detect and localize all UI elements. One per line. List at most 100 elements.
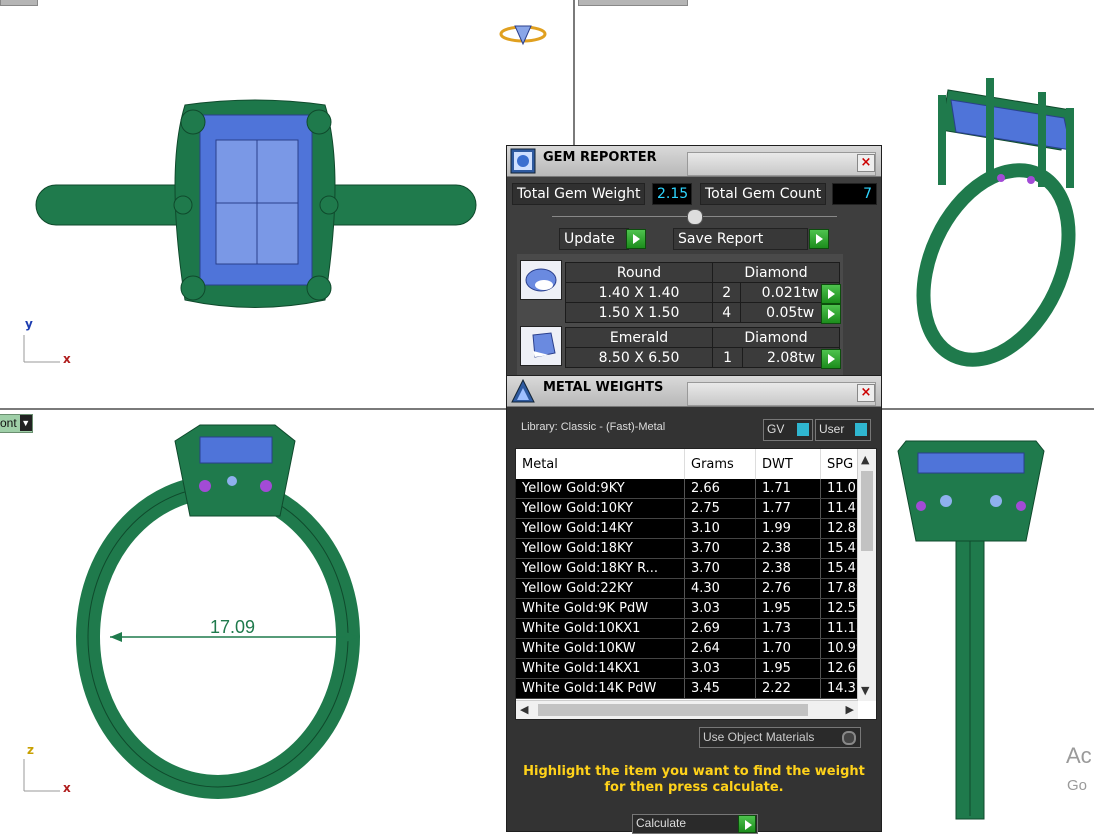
dwt-cell: 1.71 <box>755 479 821 499</box>
table-row[interactable]: White Gold:10KW 2.64 1.70 10.99 <box>516 638 874 659</box>
scroll-down-icon[interactable]: ▼ <box>861 684 869 697</box>
round-gem-thumbnail[interactable] <box>520 260 562 300</box>
ring-icon[interactable] <box>498 20 548 48</box>
round-gem-icon <box>525 268 557 292</box>
scroll-up-icon[interactable]: ▲ <box>861 453 869 466</box>
metal-name-cell: White Gold:14KX1 <box>516 658 685 679</box>
axis-y-label: y <box>25 317 33 331</box>
col-header-grams[interactable]: Grams <box>684 449 756 479</box>
col-header-dwt[interactable]: DWT <box>755 449 821 479</box>
update-go-icon[interactable] <box>626 229 646 249</box>
viewport-top-left[interactable]: y x <box>0 0 573 408</box>
gem-material: Diamond <box>712 327 840 348</box>
save-report-button[interactable]: Save Report <box>673 228 808 250</box>
gem-size: 8.50 X 6.50 <box>565 347 713 368</box>
grams-cell: 3.70 <box>684 538 756 559</box>
watermark-line1: Ac <box>1066 743 1092 768</box>
gem-shape: Round <box>565 262 713 283</box>
grams-cell: 4.30 <box>684 578 756 599</box>
gem-report-icon <box>510 148 536 174</box>
viewport-bottom-left[interactable]: ont ▼ 17.09 z x <box>0 411 573 830</box>
round-gem-table: Round Diamond 1.40 X 1.40 2 0.021tw 1.50… <box>565 262 840 323</box>
table-row[interactable]: White Gold:14K PdW 3.45 2.22 14.37 <box>516 678 874 699</box>
scroll-left-icon[interactable]: ◀ <box>520 703 528 716</box>
table-row[interactable]: Yellow Gold:10KY 2.75 1.77 11.45 <box>516 498 874 519</box>
scroll-right-icon[interactable]: ▶ <box>846 703 854 716</box>
gem-reporter-titlebar[interactable]: GEM REPORTER × <box>507 146 881 177</box>
table-row[interactable]: Yellow Gold:9KY 2.66 1.71 11.08 <box>516 479 874 499</box>
emerald-gem-thumbnail[interactable] <box>520 326 562 366</box>
table-row[interactable]: White Gold:14KX1 3.03 1.95 12.61 <box>516 658 874 679</box>
grams-cell: 3.70 <box>684 558 756 579</box>
table-row[interactable]: White Gold:10KX1 2.69 1.73 11.18 <box>516 618 874 639</box>
close-icon[interactable]: × <box>857 154 875 172</box>
metal-name-cell: Yellow Gold:22KY <box>516 578 685 599</box>
gem-row-go-icon[interactable] <box>821 304 841 324</box>
diameter-dimension: 17.09 <box>210 617 256 637</box>
emerald-gem-table: Emerald Diamond 8.50 X 6.50 1 2.08tw <box>565 327 840 368</box>
gem-row-go-icon[interactable] <box>821 349 841 369</box>
splitter-handle-icon[interactable] <box>687 209 703 225</box>
dwt-cell: 1.95 <box>755 598 821 619</box>
metal-name-cell: White Gold:10KX1 <box>516 618 685 639</box>
metal-weights-titlebar[interactable]: METAL WEIGHTS × <box>507 376 881 407</box>
vertical-scrollbar[interactable]: ▲ ▼ <box>857 449 876 701</box>
axis-x-label: x <box>63 781 71 795</box>
metal-grid: Metal Grams DWT SPG Yellow Gold:9KY 2.66 1… <box>516 449 874 699</box>
close-icon[interactable]: × <box>857 384 875 402</box>
total-gem-weight-value: 2.15 <box>652 183 692 205</box>
total-gem-count-value: 7 <box>832 183 877 205</box>
gem-size: 1.50 X 1.50 <box>565 302 713 323</box>
grams-cell: 2.75 <box>684 498 756 519</box>
gem-count: 1 <box>711 347 744 368</box>
table-row[interactable]: Yellow Gold:14KY 3.10 1.99 12.88 <box>516 518 874 539</box>
table-row[interactable]: Yellow Gold:18KY R... 3.70 2.38 15.41 <box>516 558 874 579</box>
use-object-materials-toggle[interactable]: Use Object Materials <box>699 727 861 748</box>
title-tab <box>687 152 876 176</box>
table-row[interactable]: White Gold:9K PdW 3.03 1.95 12.59 <box>516 598 874 619</box>
gem-size: 1.40 X 1.40 <box>565 282 713 303</box>
scroll-thumb[interactable] <box>538 704 808 716</box>
table-row[interactable]: Yellow Gold:18KY 3.70 2.38 15.41 <box>516 538 874 559</box>
use-object-materials-label: Use Object Materials <box>703 730 815 744</box>
grams-cell: 3.45 <box>684 678 756 699</box>
grams-cell: 3.03 <box>684 598 756 619</box>
metal-name-cell: White Gold:14K PdW <box>516 678 685 699</box>
metal-weights-panel: METAL WEIGHTS × Library: Classic - (Fast… <box>506 375 882 834</box>
viewport-divider-vertical[interactable] <box>573 0 575 145</box>
table-row[interactable]: Yellow Gold:22KY 4.30 2.76 17.89 <box>516 578 874 599</box>
axis-z-label: z <box>27 743 34 757</box>
gv-toggle[interactable]: GV <box>763 419 813 441</box>
dwt-cell: 1.99 <box>755 518 821 539</box>
radio-icon <box>842 731 856 745</box>
gem-count: 4 <box>711 302 742 323</box>
gem-row[interactable]: 1.50 X 1.50 4 0.05tw <box>565 302 840 323</box>
user-toggle[interactable]: User <box>815 419 871 441</box>
gem-reporter-panel: GEM REPORTER × Total Gem Weight 2.15 Tot… <box>506 145 882 377</box>
emerald-gem-icon <box>532 332 556 358</box>
gem-row[interactable]: 1.40 X 1.40 2 0.021tw <box>565 282 840 303</box>
update-button[interactable]: Update <box>559 228 629 250</box>
ring-top-view <box>23 99 477 363</box>
dwt-cell: 1.70 <box>755 638 821 659</box>
metal-table[interactable]: Metal Grams DWT SPG Yellow Gold:9KY 2.66 1… <box>515 448 877 720</box>
dwt-cell: 1.77 <box>755 498 821 519</box>
metal-name-cell: White Gold:9K PdW <box>516 598 685 619</box>
grams-cell: 2.69 <box>684 618 756 639</box>
grams-cell: 3.10 <box>684 518 756 539</box>
horizontal-scrollbar[interactable]: ◀ ▶ <box>516 700 858 719</box>
gem-row-go-icon[interactable] <box>821 284 841 304</box>
col-header-metal[interactable]: Metal <box>516 449 685 479</box>
gem-group-header[interactable]: Emerald Diamond <box>565 327 840 348</box>
toggle-switch-icon <box>855 423 867 436</box>
gv-label: GV <box>767 422 785 436</box>
gem-row[interactable]: 8.50 X 6.50 1 2.08tw <box>565 347 840 368</box>
scroll-thumb[interactable] <box>861 471 873 551</box>
dwt-cell: 2.76 <box>755 578 821 599</box>
metal-weights-title: METAL WEIGHTS <box>543 380 664 395</box>
ring-front-view <box>23 424 360 799</box>
library-label: Library: Classic - (Fast)-Metal <box>521 421 666 433</box>
gem-group-header[interactable]: Round Diamond <box>565 262 840 283</box>
save-report-go-icon[interactable] <box>809 229 829 249</box>
calculate-go-icon[interactable] <box>738 815 756 833</box>
